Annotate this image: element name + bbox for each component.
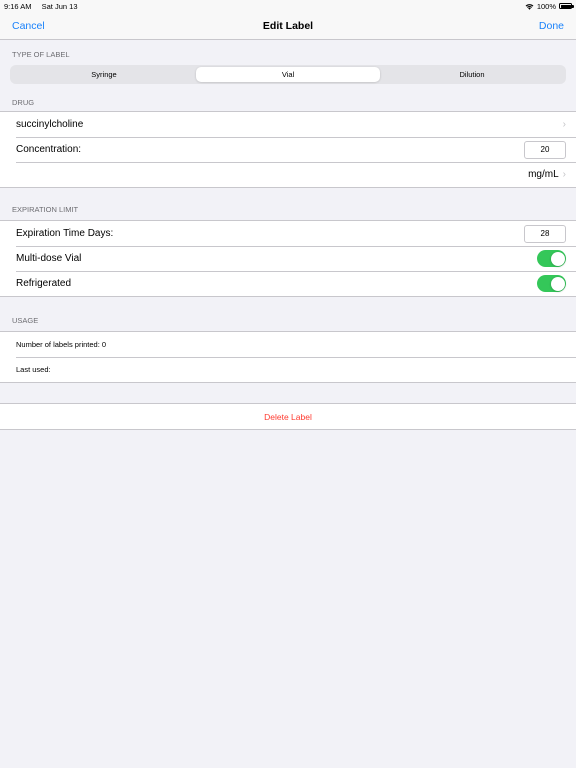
delete-label-button[interactable]: Delete Label <box>0 404 576 429</box>
usage-header: USAGE <box>12 316 39 325</box>
concentration-label: Concentration: <box>16 144 82 155</box>
done-button[interactable]: Done <box>539 20 564 32</box>
cancel-button[interactable]: Cancel <box>12 20 45 32</box>
multidose-vial-label: Multi-dose Vial <box>16 253 82 264</box>
labels-printed-text: Number of labels printed: 0 <box>16 340 107 349</box>
concentration-row: Concentration: 20 <box>0 137 576 162</box>
delete-section: Delete Label <box>0 403 576 430</box>
navigation-bar: Cancel Edit Label Done <box>0 12 576 40</box>
last-used-text: Last used: <box>16 365 51 374</box>
unit-row[interactable]: mg/mL › <box>0 162 576 187</box>
drug-header: DRUG <box>12 98 35 107</box>
last-used-row: Last used: <box>0 357 576 382</box>
expiration-days-input[interactable]: 28 <box>524 224 566 243</box>
usage-section: Number of labels printed: 0 Last used: <box>0 331 576 383</box>
chevron-right-icon: › <box>562 169 566 180</box>
expiration-limit-header: EXPIRATION LIMIT <box>12 205 79 214</box>
refrigerated-label: Refrigerated <box>16 278 72 289</box>
expiration-days-row: Expiration Time Days: 28 <box>0 221 576 246</box>
refrigerated-row: Refrigerated <box>0 271 576 296</box>
chevron-right-icon: › <box>562 119 566 130</box>
status-bar: 9:16 AM Sat Jun 13 100% <box>0 0 576 12</box>
expiration-section: Expiration Time Days: 28 Multi-dose Vial… <box>0 220 576 297</box>
refrigerated-toggle[interactable] <box>537 275 566 292</box>
drug-name-row[interactable]: succinylcholine › <box>0 112 576 137</box>
battery-percent: 100% <box>536 1 556 11</box>
type-of-label-section: Syringe Vial Dilution <box>0 59 576 89</box>
expiration-days-label: Expiration Time Days: <box>16 228 114 239</box>
status-time: 9:16 AM <box>4 1 32 11</box>
drug-section: succinylcholine › Concentration: 20 mg/m… <box>0 111 576 188</box>
multidose-vial-toggle[interactable] <box>537 250 566 267</box>
status-date: Sat Jun 13 <box>41 1 78 11</box>
page-title: Edit Label <box>262 19 314 32</box>
unit-value: mg/mL <box>528 169 559 180</box>
status-right: 100% <box>525 1 574 11</box>
segment-vial[interactable]: Vial <box>196 67 380 82</box>
type-of-label-header: TYPE OF LABEL <box>12 50 70 59</box>
drug-name: succinylcholine <box>16 119 84 130</box>
segment-dilution[interactable]: Dilution <box>380 67 564 82</box>
concentration-input[interactable]: 20 <box>524 140 566 159</box>
labels-printed-row: Number of labels printed: 0 <box>0 332 576 357</box>
multidose-vial-row: Multi-dose Vial <box>0 246 576 271</box>
label-type-segmented-control: Syringe Vial Dilution <box>10 65 566 84</box>
status-left: 9:16 AM Sat Jun 13 <box>4 2 85 11</box>
wifi-icon <box>525 3 534 10</box>
battery-icon <box>559 3 574 9</box>
segment-syringe[interactable]: Syringe <box>12 67 196 82</box>
